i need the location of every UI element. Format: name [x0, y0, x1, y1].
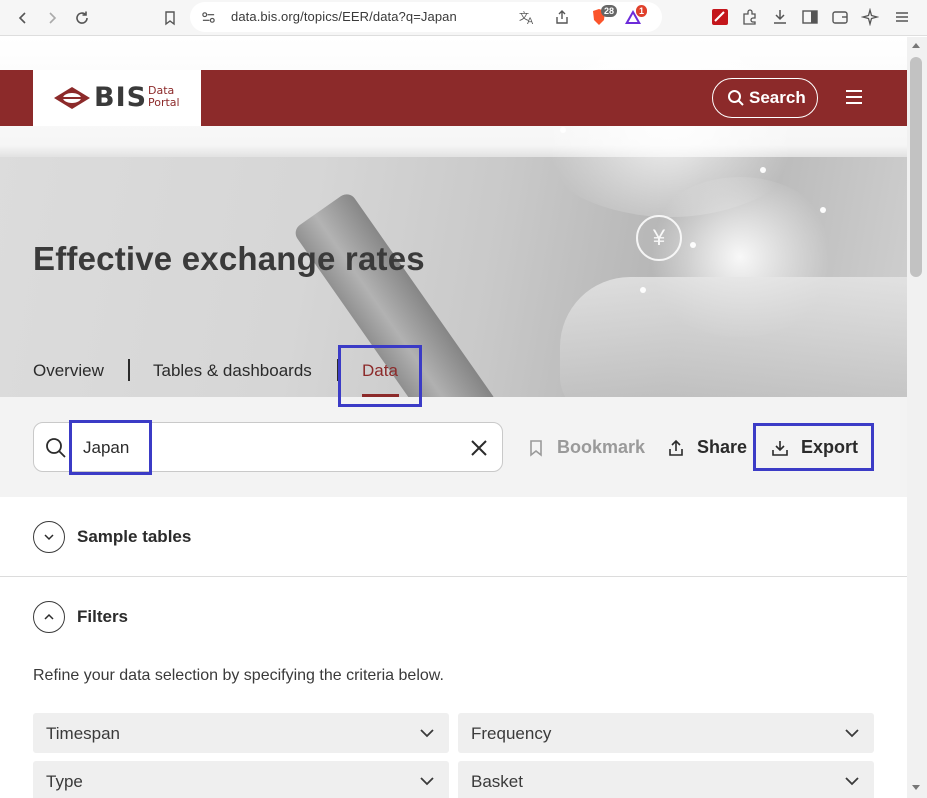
site-settings-icon[interactable] [201, 10, 216, 25]
reload-button[interactable] [72, 8, 92, 28]
header-search-label: Search [749, 88, 806, 107]
tab-data[interactable]: Data [362, 361, 398, 381]
tab-overview[interactable]: Overview [33, 361, 104, 381]
search-icon [728, 90, 744, 106]
leo-ai-button[interactable] [860, 7, 880, 27]
rewards-count-badge: 1 [636, 5, 648, 17]
sidebar-button[interactable] [801, 8, 819, 26]
filters-description: Refine your data selection by specifying… [33, 667, 444, 684]
tab-divider [128, 359, 130, 381]
logo-subtitle: Data Portal [148, 85, 180, 109]
logo-subtitle-line2: Portal [148, 96, 180, 109]
bookmark-icon [530, 439, 542, 457]
filters-section[interactable]: Filters [0, 577, 907, 657]
type-label: Type [46, 772, 83, 791]
tab-tables-dashboards[interactable]: Tables & dashboards [153, 361, 312, 381]
share-icon [669, 439, 683, 456]
downloads-button[interactable] [771, 8, 789, 26]
frequency-label: Frequency [471, 724, 552, 743]
export-button[interactable]: Export [771, 437, 858, 458]
data-search-field[interactable]: Japan [33, 422, 503, 472]
download-icon [772, 440, 788, 456]
sidebar-icon [802, 10, 818, 24]
bis-logo[interactable]: BIS Data Portal [33, 70, 201, 126]
reload-icon [76, 11, 88, 24]
hero-yen-coin: ¥ [636, 215, 682, 261]
svg-text:A: A [527, 17, 534, 25]
tab-divider [337, 359, 339, 381]
forward-button[interactable] [42, 8, 62, 28]
sample-tables-heading[interactable]: Sample tables [77, 527, 191, 547]
shields-count-badge: 28 [601, 5, 618, 17]
chevron-down-icon [845, 777, 859, 786]
pdf-extension-button[interactable] [711, 8, 729, 26]
collapse-filters-button[interactable] [33, 601, 65, 633]
sparkle-icon [860, 7, 880, 27]
scroll-up-arrow-icon[interactable] [912, 43, 920, 48]
browser-menu-button[interactable] [893, 8, 911, 26]
header-search-button[interactable]: Search [712, 78, 818, 118]
clear-search-icon[interactable] [469, 438, 489, 458]
back-arrow-icon [18, 12, 26, 24]
hero-network-node [690, 242, 696, 248]
frequency-dropdown[interactable]: Frequency [458, 713, 874, 753]
basket-dropdown[interactable]: Basket [458, 761, 874, 798]
chevron-up-icon [44, 613, 54, 620]
pdf-icon [712, 9, 728, 25]
browser-toolbar: data.bis.org/topics/EER/data?q=Japan 文A … [0, 0, 927, 36]
wallet-icon [832, 11, 848, 24]
share-page-icon[interactable] [554, 9, 570, 25]
search-icon [46, 438, 66, 458]
hero-network-node [640, 287, 646, 293]
site-menu-icon[interactable] [846, 90, 862, 104]
share-button[interactable]: Share [667, 437, 747, 458]
scroll-down-arrow-icon[interactable] [912, 785, 920, 790]
bookmark-button[interactable]: Bookmark [527, 437, 645, 458]
page-title: Effective exchange rates [33, 240, 425, 277]
bookmark-icon [165, 11, 175, 26]
translate-icon[interactable]: 文A [519, 9, 535, 25]
timespan-label: Timespan [46, 724, 121, 743]
forward-arrow-icon [49, 12, 57, 24]
export-label: Export [801, 437, 859, 457]
logo-text: BIS [94, 82, 148, 113]
back-button[interactable] [13, 8, 33, 28]
filters-heading[interactable]: Filters [77, 607, 128, 627]
data-search-value[interactable]: Japan [83, 438, 129, 458]
puzzle-icon [743, 9, 756, 25]
chevron-down-icon [420, 777, 434, 786]
expand-sample-tables-button[interactable] [33, 521, 65, 553]
page-content: ¥ BIS Data Portal Search Effective excha… [0, 37, 907, 798]
wallet-button[interactable] [831, 8, 849, 26]
hero-network-node [820, 207, 826, 213]
bis-logo-mark-icon [54, 87, 90, 109]
page-scrollbar[interactable] [907, 37, 927, 798]
type-dropdown[interactable]: Type [33, 761, 449, 798]
extensions-button[interactable] [741, 8, 759, 26]
url-text[interactable]: data.bis.org/topics/EER/data?q=Japan [231, 9, 457, 24]
sample-tables-section[interactable]: Sample tables [0, 497, 907, 577]
hero-network-node [560, 127, 566, 133]
hero-network-node [760, 167, 766, 173]
topic-tabs: Overview Tables & dashboards Data [0, 347, 907, 397]
basket-label: Basket [471, 772, 523, 791]
chevron-down-icon [44, 534, 54, 541]
bookmark-page-button[interactable] [160, 8, 180, 28]
share-label: Share [697, 437, 748, 457]
hamburger-menu-icon [896, 12, 908, 22]
chevron-down-icon [420, 729, 434, 738]
data-toolbar: Japan Bookmark Share Export [0, 397, 907, 497]
bookmark-label: Bookmark [557, 437, 646, 457]
scrollbar-thumb[interactable] [910, 57, 922, 277]
chevron-down-icon [845, 729, 859, 738]
timespan-dropdown[interactable]: Timespan [33, 713, 449, 753]
download-icon [774, 10, 786, 24]
